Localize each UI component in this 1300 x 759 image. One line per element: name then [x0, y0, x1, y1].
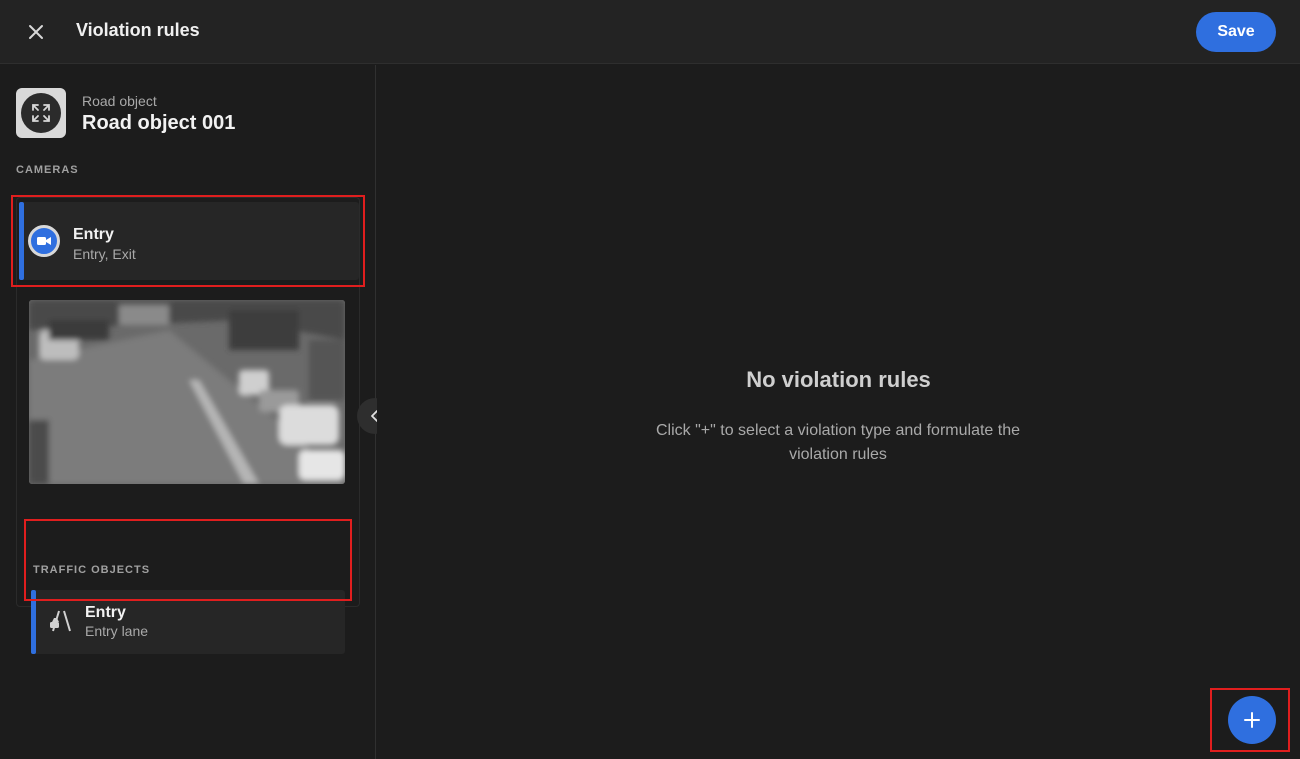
traffic-object-card-entry[interactable]: Entry Entry lane [31, 590, 345, 654]
camera-card-entry[interactable]: Entry Entry, Exit [19, 202, 359, 280]
page-title: Violation rules [76, 20, 200, 40]
main-content: No violation rules Click "+" to select a… [377, 65, 1300, 759]
selection-bar [31, 590, 36, 654]
lane-icon [50, 610, 71, 632]
selection-bar [19, 202, 24, 280]
empty-state-title: No violation rules [746, 367, 931, 392]
camera-preview-image [29, 300, 345, 484]
fullscreen-icon [32, 104, 50, 122]
road-object-header: Road object Road object 001 [16, 88, 356, 140]
close-button[interactable] [22, 18, 50, 46]
traffic-objects-section-label: TRAFFIC OBJECTS [33, 564, 151, 576]
camera-card-subtitle: Entry, Exit [73, 246, 136, 262]
close-icon [29, 25, 43, 39]
road-object-type: Road object [82, 93, 157, 109]
traffic-object-card-subtitle: Entry lane [85, 623, 149, 639]
road-object-thumbnail [16, 88, 66, 138]
camera-panel: Entry Entry, Exit TRAFFIC OBJECTS Entry … [16, 197, 360, 654]
plus-icon [1244, 712, 1260, 728]
camera-card-title: Entry [73, 226, 114, 243]
add-violation-rule-button[interactable] [1228, 696, 1276, 744]
sidebar: Road object Road object 001 CAMERAS Entr… [0, 65, 376, 759]
top-bar: Violation rules Save [0, 0, 1300, 64]
video-camera-icon [28, 225, 60, 257]
traffic-object-card-title: Entry [85, 604, 126, 621]
road-object-name: Road object 001 [82, 112, 236, 134]
save-button[interactable]: Save [1196, 12, 1276, 52]
empty-state-description: Click "+" to select a violation type and… [656, 422, 1020, 463]
cameras-section-label: CAMERAS [16, 164, 79, 176]
